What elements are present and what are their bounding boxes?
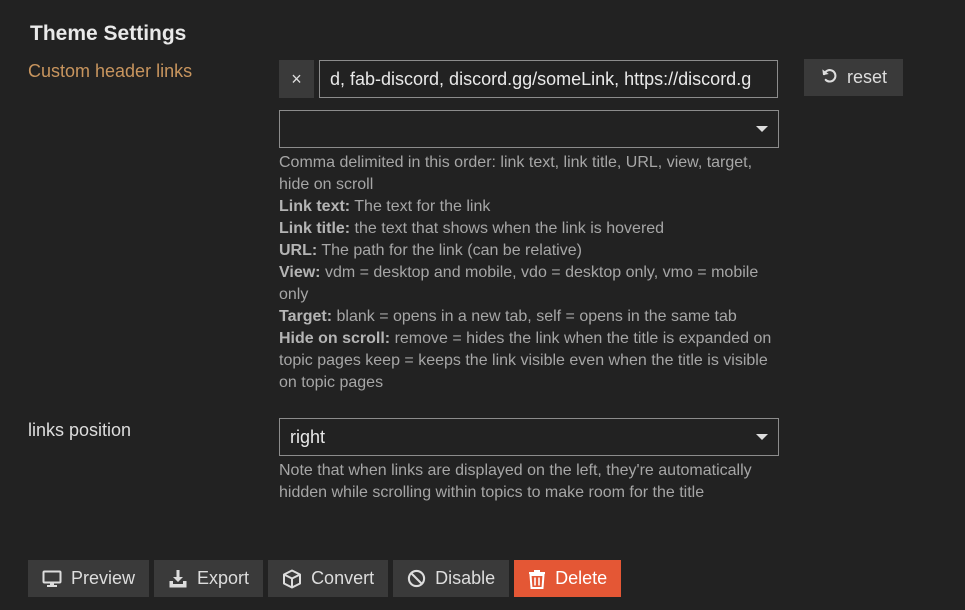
convert-button[interactable]: Convert bbox=[268, 560, 389, 597]
desktop-icon bbox=[42, 570, 62, 588]
custom-header-links-help: Comma delimited in this order: link text… bbox=[279, 152, 779, 394]
custom-header-links-value[interactable]: d, fab-discord, discord.gg/someLink, htt… bbox=[319, 60, 778, 98]
help-link-text-label: Link text: bbox=[279, 198, 351, 215]
help-view-desc: vdm = desktop and mobile, vdo = desktop … bbox=[279, 264, 759, 303]
ban-icon bbox=[407, 569, 426, 588]
disable-label: Disable bbox=[435, 568, 496, 588]
preview-button[interactable]: Preview bbox=[28, 560, 150, 597]
remove-value-button[interactable]: × bbox=[279, 60, 314, 98]
preview-label: Preview bbox=[71, 568, 136, 588]
cube-icon bbox=[282, 569, 302, 589]
trash-icon bbox=[528, 569, 546, 589]
help-hide-label: Hide on scroll: bbox=[279, 330, 391, 347]
help-view: View: vdm = desktop and mobile, vdo = de… bbox=[279, 262, 779, 306]
undo-icon bbox=[820, 66, 839, 90]
export-label: Export bbox=[197, 568, 250, 588]
links-position-value: right bbox=[290, 426, 326, 447]
convert-label: Convert bbox=[311, 568, 375, 588]
help-link-title-label: Link title: bbox=[279, 220, 351, 237]
footer-actions: Preview Export Convert Disable Delete bbox=[28, 560, 622, 597]
theme-settings-page: Theme Settings Custom header links × d, … bbox=[0, 0, 965, 610]
help-url: URL: The path for the link (can be relat… bbox=[279, 240, 779, 262]
help-link-text-desc: The text for the link bbox=[350, 198, 491, 215]
custom-header-links-label: Custom header links bbox=[28, 61, 193, 81]
help-link-title-desc: the text that shows when the link is hov… bbox=[350, 220, 665, 237]
links-position-select[interactable]: right bbox=[279, 418, 779, 456]
add-link-select[interactable] bbox=[279, 110, 779, 148]
links-position-help: Note that when links are displayed on th… bbox=[279, 462, 752, 501]
reset-label: reset bbox=[846, 67, 888, 87]
help-url-label: URL: bbox=[279, 242, 318, 259]
help-target-desc: blank = opens in a new tab, self = opens… bbox=[332, 308, 737, 325]
export-button[interactable]: Export bbox=[154, 560, 264, 597]
help-view-label: View: bbox=[279, 264, 321, 281]
links-position-label: links position bbox=[28, 420, 132, 440]
help-link-text: Link text: The text for the link bbox=[279, 196, 779, 218]
disable-button[interactable]: Disable bbox=[393, 560, 510, 597]
caret-down-icon bbox=[756, 126, 768, 132]
reset-button[interactable]: reset bbox=[804, 59, 903, 96]
download-icon bbox=[168, 569, 188, 589]
caret-down-icon bbox=[756, 434, 768, 440]
help-intro: Comma delimited in this order: link text… bbox=[279, 154, 753, 193]
page-title: Theme Settings bbox=[30, 22, 187, 45]
help-target-label: Target: bbox=[279, 308, 333, 325]
delete-label: Delete bbox=[555, 568, 608, 588]
custom-header-links-value-text: d, fab-discord, discord.gg/someLink, htt… bbox=[330, 68, 752, 89]
delete-button[interactable]: Delete bbox=[514, 560, 622, 597]
help-url-desc: The path for the link (can be relative) bbox=[317, 242, 582, 259]
help-hide-on-scroll: Hide on scroll: remove = hides the link … bbox=[279, 328, 779, 394]
help-link-title: Link title: the text that shows when the… bbox=[279, 218, 779, 240]
help-target: Target: blank = opens in a new tab, self… bbox=[279, 306, 779, 328]
